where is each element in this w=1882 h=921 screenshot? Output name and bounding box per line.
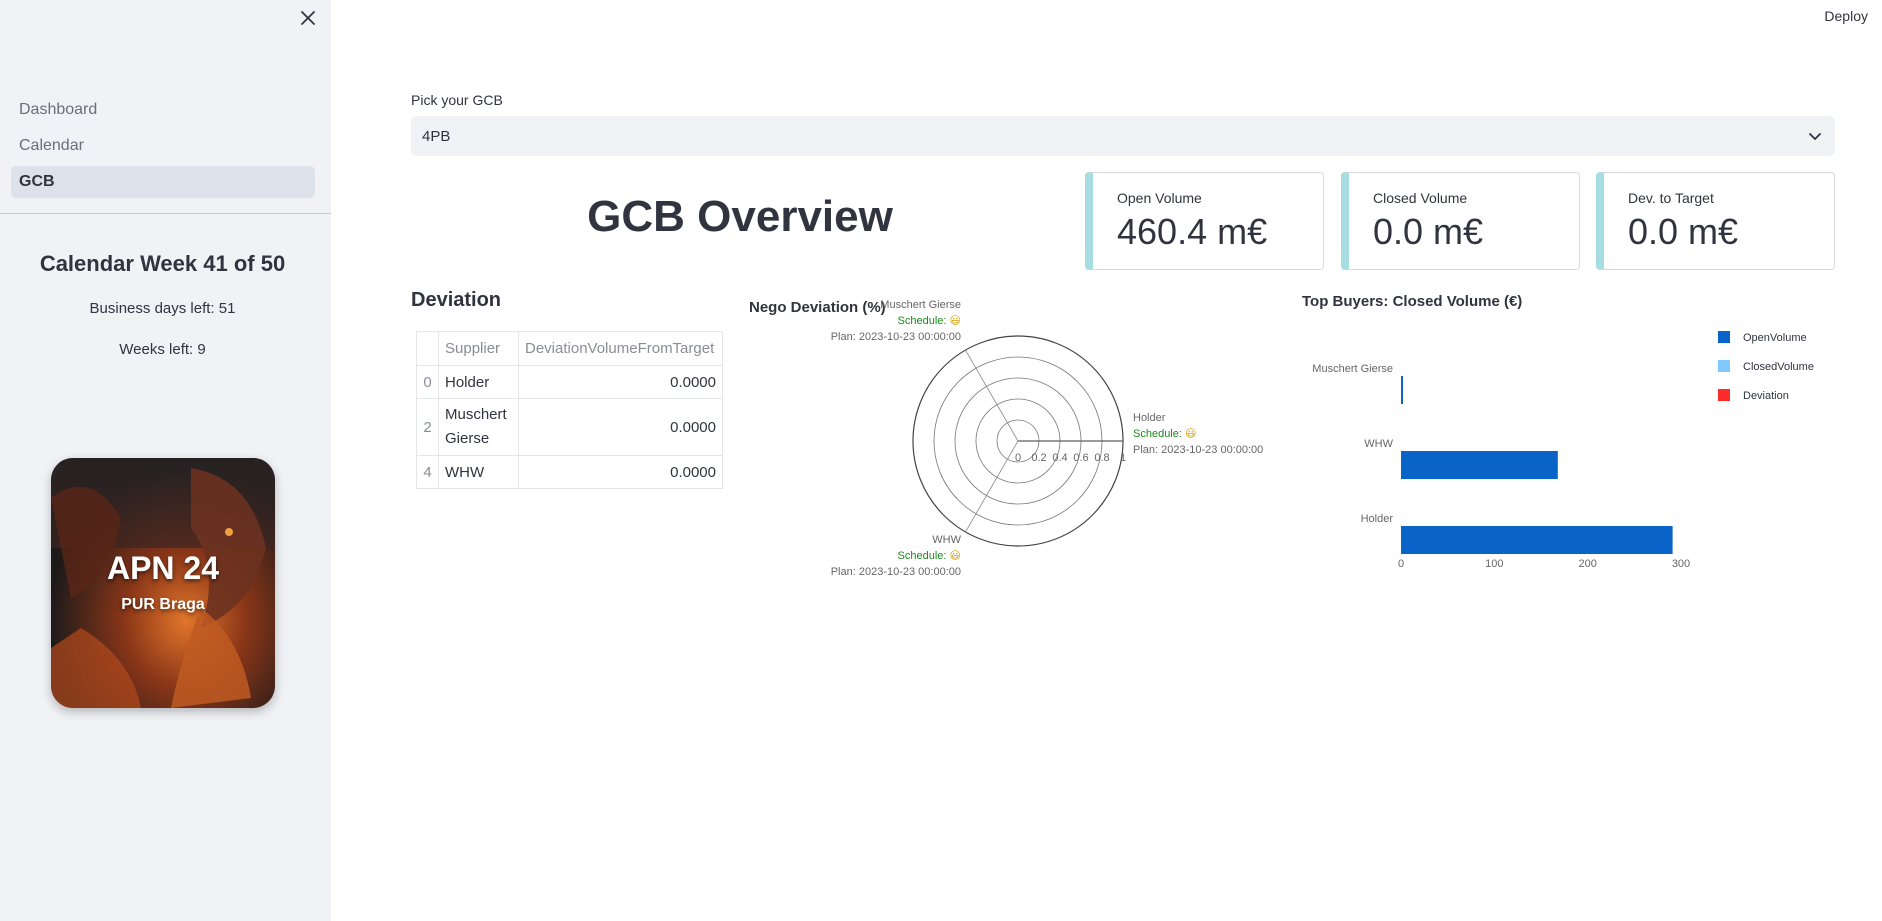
deviation-heading: Deviation [411,289,502,311]
radial-tick-label: 0.2 [1031,452,1046,464]
sidebar-divider [0,213,331,214]
category-label: WHW [1364,438,1393,450]
gcb-select-value: 4PB [422,127,451,145]
radar-category: WHW Schedule: 😃 Plan: 2023-10-23 00:00:00 [831,534,962,578]
row-index: 0 [416,365,439,399]
app-root: Dashboard Calendar GCB Calendar Week 41 … [0,0,1882,921]
row-deviation: 0.0000 [518,365,723,399]
schedule-label: Schedule: [898,315,950,327]
radial-tick-label: 0.6 [1073,452,1088,464]
category-plan: Plan: 2023-10-23 00:00:00 [831,566,961,578]
card-subtitle: PUR Braga [121,596,205,613]
metric-label: Dev. to Target [1628,190,1714,206]
smiley-icon: 😃 [1185,428,1196,440]
radar-spoke [965,349,1019,442]
category-label: Holder [1361,513,1394,525]
category-schedule: Schedule: 😃 [898,315,961,327]
radial-tick-label: 0.8 [1094,452,1109,464]
schedule-label: Schedule: [898,550,950,562]
metric-closed-volume: Closed Volume 0.0 m€ [1341,172,1580,270]
category-plan: Plan: 2023-10-23 00:00:00 [831,331,961,343]
deviation-table[interactable]: Supplier DeviationVolumeFromTarget 0 Hol… [416,331,723,489]
table-header-index [416,331,439,366]
category-name: Holder [1133,412,1166,424]
legend-swatch [1718,360,1730,372]
card-title: APN 24 [106,550,220,586]
chevron-down-icon [1809,133,1821,140]
sidebar-item-calendar[interactable]: Calendar [11,130,315,162]
category-schedule: Schedule: 😃 [898,550,961,562]
chart-title: Top Buyers: Closed Volume (€) [1302,293,1522,310]
gcb-select[interactable]: 4PB [411,116,1835,156]
category-schedule: Schedule: 😃 [1133,428,1196,440]
sidebar: Dashboard Calendar GCB Calendar Week 41 … [0,0,331,921]
smiley-icon: 😃 [950,315,961,327]
legend-swatch [1718,389,1730,401]
category-plan: Plan: 2023-10-23 00:00:00 [1133,444,1263,456]
close-sidebar-button[interactable] [296,6,320,30]
x-tick-label: 100 [1485,558,1503,570]
sidebar-item-gcb[interactable]: GCB [11,166,315,198]
top-buyers-chart[interactable]: Top Buyers: Closed Volume (€) OpenVolume… [1300,290,1840,590]
smiley-icon: 😃 [950,550,961,562]
row-index: 2 [416,398,439,456]
bar-marks: Muschert Gierse WHW Holder 0 100 200 300 [1312,363,1690,570]
table-row[interactable]: 2 Muschert Gierse 0.0000 [416,398,723,456]
nego-deviation-chart[interactable]: Nego Deviation (%) 0 0.2 0.4 0.6 0.8 1 Holder S… [740,290,1280,600]
metric-open-volume: Open Volume 460.4 m€ [1085,172,1324,270]
chart-title: Nego Deviation (%) [749,299,886,316]
x-tick-label: 300 [1672,558,1690,570]
metric-label: Open Volume [1117,190,1202,206]
gcb-select-label: Pick your GCB [411,92,503,108]
metric-value: 460.4 m€ [1117,211,1268,252]
radar-category: Holder Schedule: 😃 Plan: 2023-10-23 00:00:… [1133,412,1263,456]
bar-openvolume [1401,376,1403,404]
metric-value: 0.0 m€ [1373,211,1484,252]
legend-label: Deviation [1743,390,1789,402]
row-deviation: 0.0000 [518,455,723,489]
dragon-card-image: APN 24 PUR Braga [51,458,275,708]
business-days-left: Business days left: 51 [89,300,236,317]
schedule-label: Schedule: [1133,428,1185,440]
row-supplier: Holder [438,365,519,399]
radial-tick-label: 0 [1015,452,1021,464]
legend-swatch [1718,331,1730,343]
sidebar-nav: Dashboard Calendar GCB [11,94,315,202]
metric-dev-to-target: Dev. to Target 0.0 m€ [1596,172,1835,270]
chart-legend: OpenVolume ClosedVolume Deviation [1718,331,1814,402]
row-index: 4 [416,455,439,489]
radial-tick-label: 0.4 [1052,452,1067,464]
metric-label: Closed Volume [1373,190,1468,206]
category-label: Muschert Gierse [1312,363,1393,375]
table-row[interactable]: 4 WHW 0.0000 [416,455,723,489]
table-header-supplier[interactable]: Supplier [438,331,519,366]
bar-openvolume [1401,451,1558,479]
page-title: GCB Overview [587,192,893,241]
radar-spoke [965,440,1019,533]
row-supplier: Muschert Gierse [438,398,519,456]
radial-tick-label: 1 [1120,452,1126,464]
x-tick-label: 0 [1398,558,1404,570]
weeks-left: Weeks left: 9 [119,341,206,358]
metric-value: 0.0 m€ [1628,211,1739,252]
sidebar-item-dashboard[interactable]: Dashboard [11,94,315,126]
deploy-button[interactable]: Deploy [1824,8,1868,24]
calendar-week-title: Calendar Week 41 of 50 [39,251,286,276]
table-header-deviation[interactable]: DeviationVolumeFromTarget [518,331,723,366]
row-deviation: 0.0000 [518,398,723,456]
radar-grid [912,335,1124,547]
legend-label: OpenVolume [1743,332,1807,344]
table-row[interactable]: 0 Holder 0.0000 [416,365,723,399]
close-icon [301,11,315,25]
category-name: Muschert Gierse [880,299,961,311]
bar-openvolume [1401,526,1673,554]
x-tick-label: 200 [1578,558,1596,570]
row-supplier: WHW [438,455,519,489]
category-name: WHW [932,534,961,546]
legend-label: ClosedVolume [1743,361,1814,373]
table-header-row: Supplier DeviationVolumeFromTarget [416,331,723,366]
radar-category-labels: 0 0.2 0.4 0.6 0.8 1 Holder Schedule: 😃 Plan: 202… [831,299,1264,578]
